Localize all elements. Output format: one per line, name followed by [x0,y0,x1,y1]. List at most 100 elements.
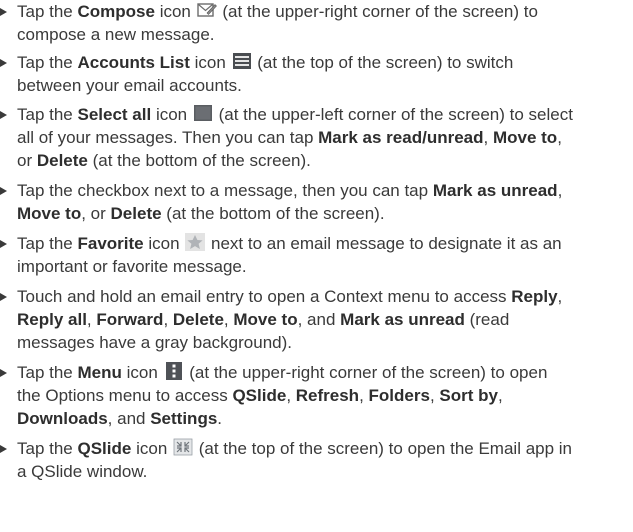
instruction-line: Tap the checkbox next to a message, then… [17,179,633,202]
instruction-text: , [286,386,296,405]
instruction-text: , [557,128,562,147]
instruction-line: Downloads, and Settings. [17,407,633,430]
instruction-line: between your email accounts. [17,74,633,97]
instruction-text: , [223,310,234,329]
instruction-text: icon [121,363,163,382]
ui-term: Delete [36,151,88,170]
ui-term: Favorite [77,234,144,253]
instruction-line: a QSlide window. [17,460,633,483]
instruction-text: Tap the [17,2,78,21]
instruction-text: , [163,310,173,329]
instruction-line: messages have a gray background). [17,331,633,354]
instruction-text: icon [143,234,185,253]
select-all-icon [193,104,213,122]
instruction-line: Tap the QSlide icon (at the top of the s… [17,437,633,460]
instruction-text: important or favorite message. [17,257,247,276]
bullet-marker [0,111,7,119]
instruction-text: between your email accounts. [17,76,242,95]
instruction-text: a QSlide window. [17,462,148,481]
instruction-text: , and [107,409,151,428]
instruction-line: Touch and hold an email entry to open a … [17,285,633,308]
instruction-text: (at the upper-right corner of the screen… [217,2,538,21]
ui-term: Reply all [17,310,87,329]
ui-term: Delete [172,310,224,329]
instruction-text: Tap the [17,363,78,382]
instruction-line: Tap the Menu icon (at the upper-right co… [17,361,633,384]
accounts-list-icon [232,52,252,70]
instruction-text: (at the bottom of the screen). [87,151,311,170]
ui-term: Mark as read/unread [318,128,484,147]
instruction-text: or [17,151,37,170]
qslide-icon [173,438,193,456]
instruction-item: Tap the QSlide icon (at the top of the s… [0,437,633,483]
ui-term: Sort by [439,386,498,405]
instruction-text: Tap the [17,53,78,72]
ui-term: Accounts List [77,53,190,72]
instruction-text: (at the top of the screen) to switch [252,53,514,72]
favorite-star-icon [185,233,206,251]
ui-term: Select all [77,105,152,124]
ui-term: Settings [150,409,218,428]
instruction-text: Tap the [17,439,78,458]
instruction-text: next to an email message to designate it… [206,234,562,253]
instruction-text: , or [81,204,111,223]
ui-term: Move to [492,128,558,147]
instruction-text: Tap the checkbox next to a message, then… [17,181,433,200]
ui-term: QSlide [232,386,287,405]
instruction-text: icon [154,2,196,21]
ui-term: Menu [77,363,122,382]
instruction-item: Tap the checkbox next to a message, then… [0,179,633,225]
instruction-text: icon [151,105,192,124]
ui-term: Downloads [17,409,108,428]
menu-icon [164,362,184,380]
instruction-item: Tap the Select all icon (at the upper-le… [0,103,633,172]
instruction-text: , [557,181,563,200]
instruction-text: , [497,386,503,405]
ui-term: QSlide [77,439,132,458]
ui-term: Move to [17,204,82,223]
instruction-text: (read [464,310,510,329]
ui-term: Compose [77,2,155,21]
ui-term: Mark as unread [432,181,558,200]
instruction-text: Tap the [17,234,78,253]
instruction-text: the Options menu to access [17,386,233,405]
bullet-marker [0,369,7,377]
instruction-item: Touch and hold an email entry to open a … [0,285,633,354]
instruction-text: , [359,386,369,405]
instruction-item: Tap the Accounts List icon (at the top o… [0,51,633,97]
ui-term: Move to [233,310,298,329]
instruction-text: icon [189,53,231,72]
instruction-text: , [86,310,97,329]
instruction-line: compose a new message. [17,23,633,46]
instructions-page: Tap the Compose icon (at the upper-right… [0,0,633,532]
ui-term: Refresh [295,386,360,405]
instruction-line: all of your messages. Then you can tap M… [17,126,633,149]
compose-icon [196,1,217,19]
instruction-text: (at the bottom of the screen). [161,204,385,223]
ui-term: Delete [110,204,162,223]
instruction-line: or Delete (at the bottom of the screen). [17,149,633,172]
instruction-text: (at the top of the screen) to open the E… [194,439,573,458]
instruction-text: messages have a gray background). [17,333,292,352]
bullet-marker [0,445,7,453]
instruction-line: Tap the Select all icon (at the upper-le… [17,103,633,126]
instruction-text: , [429,386,440,405]
instruction-text: (at the upper-right corner of the screen… [184,363,548,382]
instruction-line: Reply all, Forward, Delete, Move to, and… [17,308,633,331]
instruction-text: , [483,128,493,147]
ui-term: Folders [368,386,430,405]
bullet-marker [0,240,7,248]
instruction-item: Tap the Compose icon (at the upper-right… [0,0,633,46]
instruction-text: . [217,409,223,428]
ui-term: Forward [96,310,164,329]
instruction-text: (at the upper-left corner of the screen)… [213,105,573,124]
instruction-line: important or favorite message. [17,255,633,278]
instruction-text: compose a new message. [17,25,215,44]
bullet-marker [0,187,7,195]
bullet-marker [0,293,7,301]
instruction-text: Touch and hold an email entry to open a … [17,287,512,306]
instruction-line: Tap the Compose icon (at the upper-right… [17,0,633,23]
bullet-marker [0,59,7,67]
instruction-text: Tap the [17,105,78,124]
instruction-line: Tap the Accounts List icon (at the top o… [17,51,633,74]
